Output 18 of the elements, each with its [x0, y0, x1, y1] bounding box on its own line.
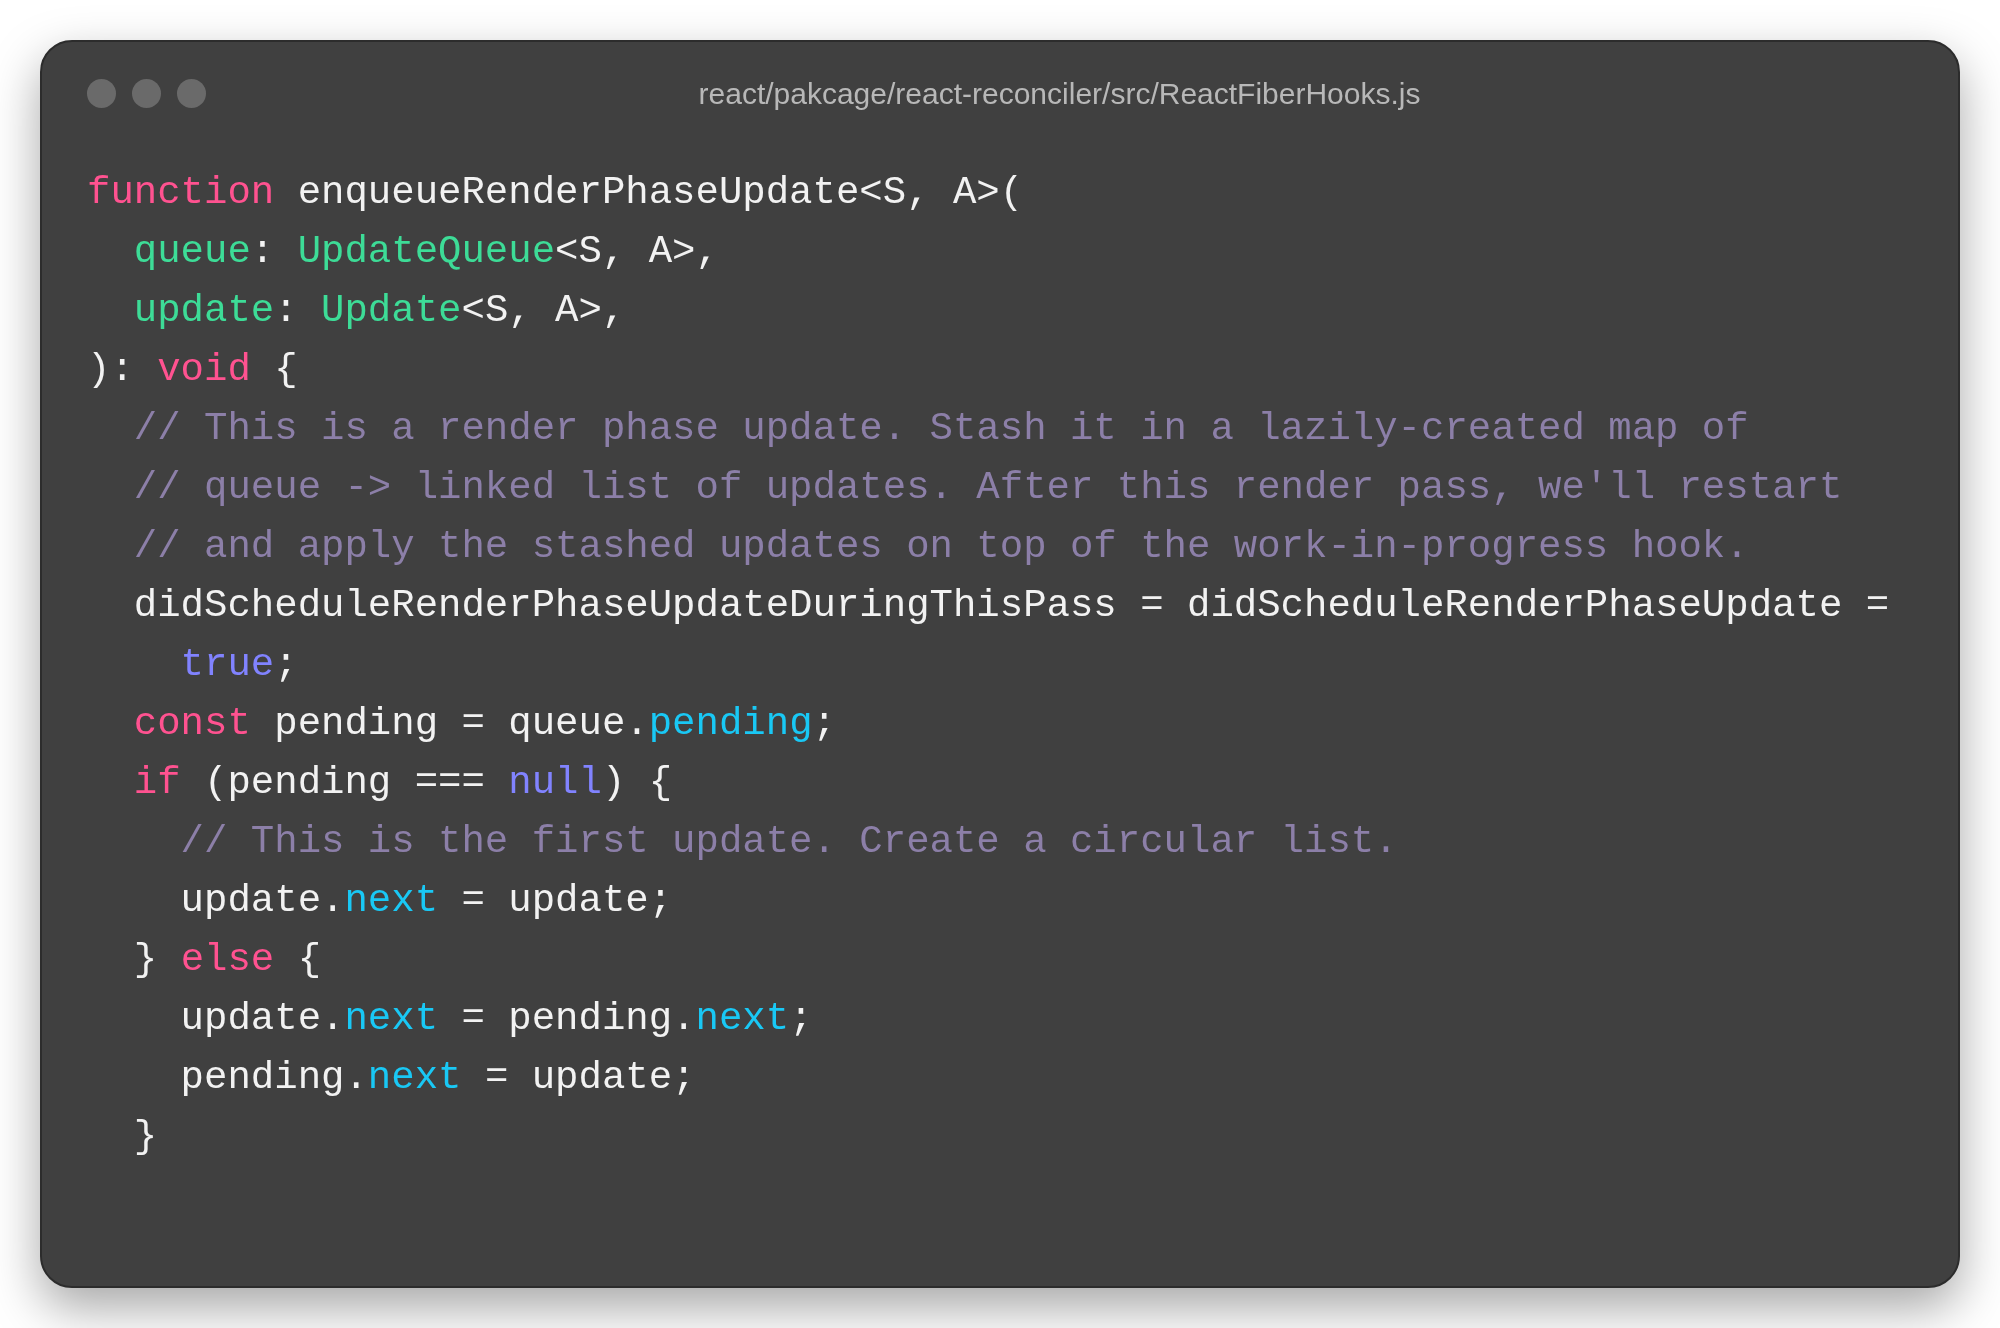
- code-line: queue: UpdateQueue<S, A>,: [132, 229, 719, 276]
- code-line: true;: [179, 642, 298, 689]
- code-line: update.next = update;: [179, 878, 673, 925]
- code-line: // This is a render phase update. Stash it in a lazily-created map of: [132, 406, 1749, 453]
- code-line: // and apply the stashed updates on top of the work-in-progress hook.: [132, 524, 1749, 571]
- window-title: react/pakcage/react-reconciler/src/ReactFiberHooks.js: [698, 75, 1421, 112]
- code-line: function enqueueRenderPhaseUpdate<S, A>(: [87, 170, 1024, 217]
- code-line: ): void {: [87, 347, 298, 394]
- code-line: const pending = queue.pending;: [132, 701, 836, 748]
- code-line: }: [132, 1114, 158, 1161]
- code-line: // queue -> linked list of updates. After this render pass, we'll restart: [132, 465, 1843, 512]
- code-line: update.next = pending.next;: [179, 996, 813, 1043]
- code-line: didScheduleRenderPhaseUpdateDuringThisPass = didScheduleRenderPhaseUpdate =: [132, 583, 1890, 630]
- code-line: // This is the first update. Create a circular list.: [179, 819, 1398, 866]
- code-line: } else {: [132, 937, 322, 984]
- code-line: pending.next = update;: [179, 1055, 696, 1102]
- code-line: if (pending === null) {: [132, 760, 673, 807]
- code-line: update: Update<S, A>,: [132, 288, 626, 335]
